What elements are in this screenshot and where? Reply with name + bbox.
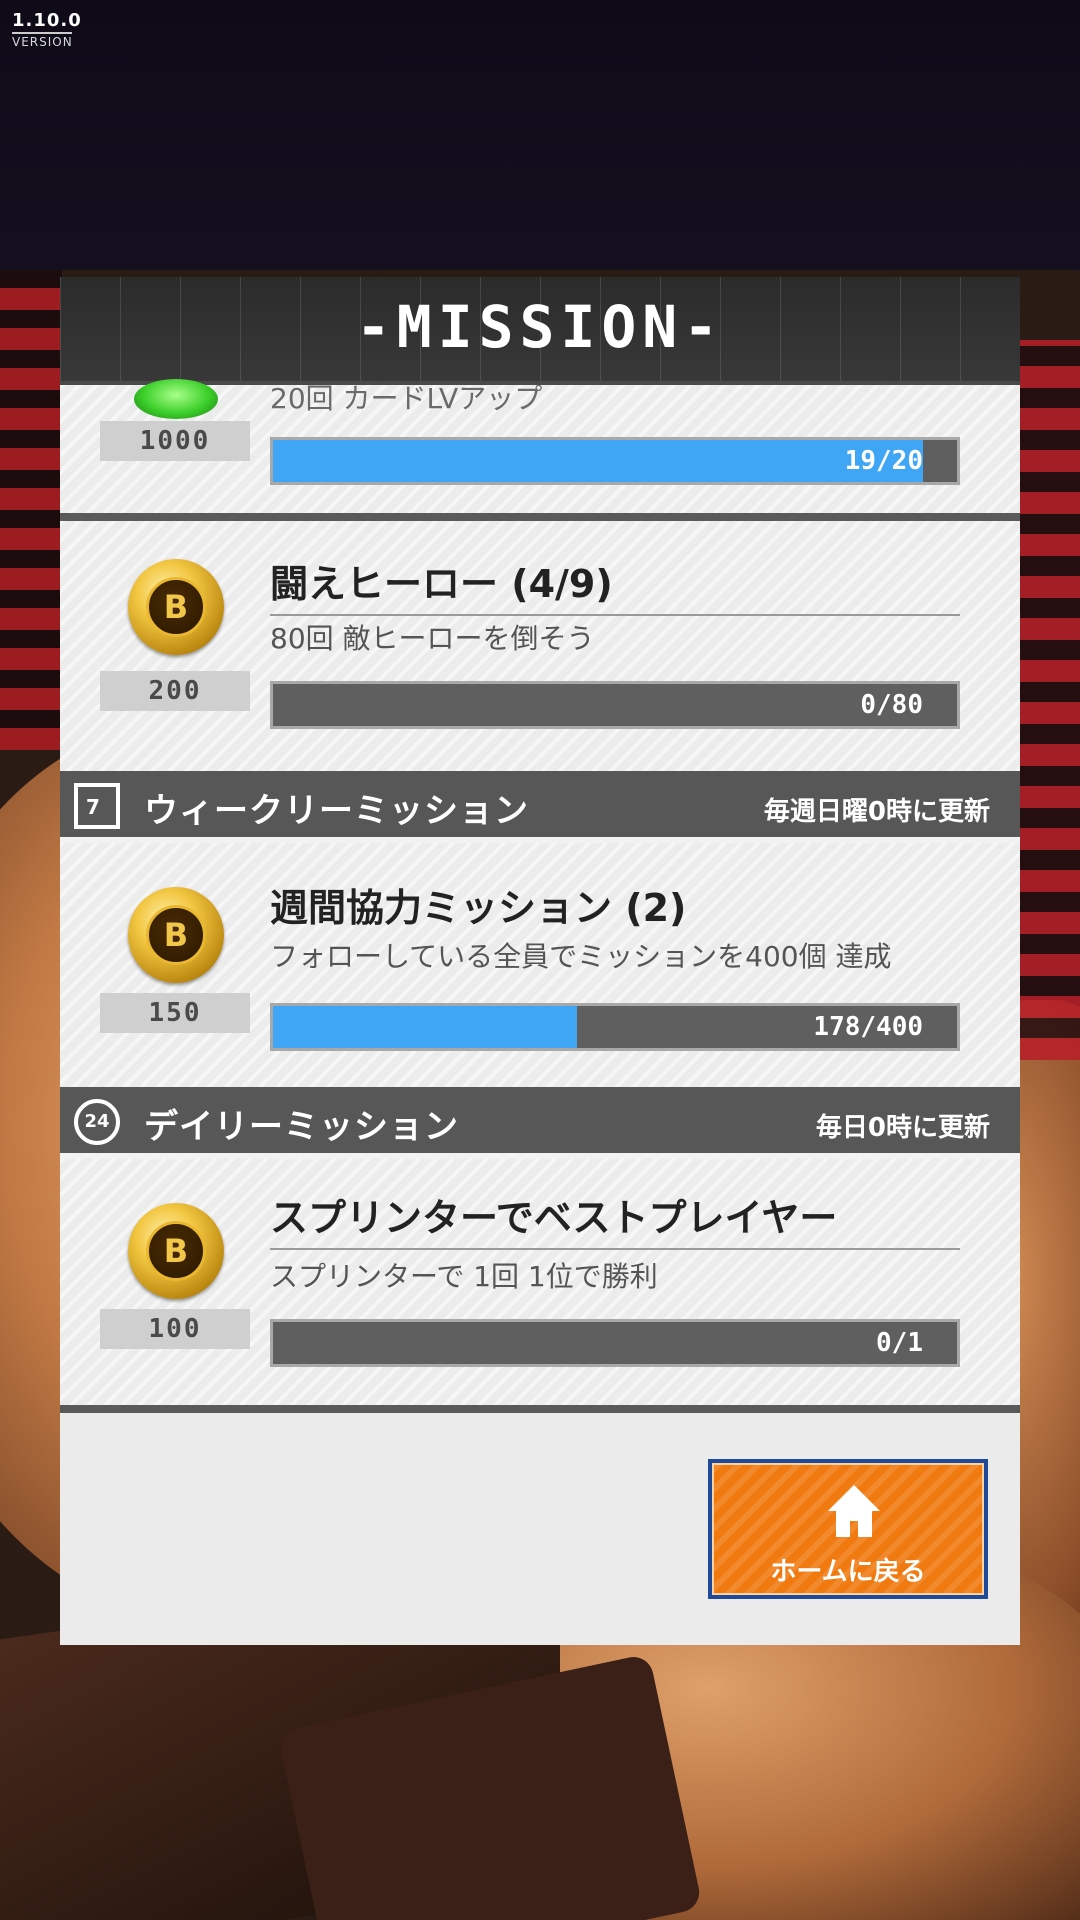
home-button[interactable]: ホームに戻る (708, 1459, 988, 1599)
version-label: VERSION (12, 32, 72, 49)
row-divider (60, 513, 1020, 521)
coin-icon: B (128, 1203, 224, 1299)
gem-icon (134, 379, 218, 419)
coin-icon: B (128, 887, 224, 983)
mission-title: 週間協力ミッション (2) (270, 886, 687, 930)
progress-bar: 178/400 (270, 1003, 960, 1051)
mission-title: -MISSION- (355, 293, 725, 361)
section-label: ウィークリーミッション (144, 791, 529, 831)
progress-text: 0/1 (876, 1328, 923, 1358)
mission-list[interactable]: 20回 カードLVアップ 1000 19/20 B 闘えヒーロー (4/9) 8… (60, 379, 1020, 1413)
row-divider (60, 1405, 1020, 1413)
progress-fill (273, 1006, 578, 1048)
reward-amount: 150 (100, 993, 250, 1033)
mission-description: 80回 敵ヒーローを倒そう (270, 622, 595, 655)
home-button-label: ホームに戻る (770, 1557, 926, 1587)
mission-panel: -MISSION- 20回 カードLVアップ 1000 19/20 B 闘えヒー… (60, 277, 1020, 1645)
background-red-pattern-right (1018, 340, 1080, 1060)
progress-text: 19/20 (844, 446, 923, 476)
daily-section-header: 24 デイリーミッション 毎日0時に更新 (60, 1087, 1020, 1159)
mission-header: -MISSION- (60, 277, 1020, 385)
progress-bar: 0/80 (270, 681, 960, 729)
progress-bar: 19/20 (270, 437, 960, 485)
progress-bar: 0/1 (270, 1319, 960, 1367)
section-reset-time: 毎日0時に更新 (815, 1113, 990, 1143)
coin-icon: B (128, 559, 224, 655)
home-button-face[interactable]: ホームに戻る (712, 1463, 984, 1595)
section-label: デイリーミッション (144, 1107, 459, 1147)
reward-amount: 100 (100, 1309, 250, 1349)
progress-fill (273, 440, 923, 482)
version-indicator: 1.10.0 VERSION (12, 10, 82, 49)
mission-description: 20回 カードLVアップ (270, 382, 543, 415)
reward-amount: 200 (100, 671, 250, 711)
progress-text: 178/400 (813, 1012, 923, 1042)
background-sky (0, 0, 1080, 300)
mission-row: 20回 カードLVアップ 1000 19/20 (60, 379, 1020, 521)
background-red-pattern-left (0, 270, 62, 750)
mission-row: B スプリンターでベストプレイヤー スプリンターで 1回 1位で勝利 100 0… (60, 1159, 1020, 1413)
mission-row: B 闘えヒーロー (4/9) 80回 敵ヒーローを倒そう 200 0/80 (60, 521, 1020, 771)
progress-text: 0/80 (860, 690, 923, 720)
reward-amount: 1000 (100, 421, 250, 461)
home-icon (828, 1485, 880, 1537)
weekly-section-header: 7 ウィークリーミッション 毎週日曜0時に更新 (60, 771, 1020, 843)
section-reset-time: 毎週日曜0時に更新 (763, 797, 990, 827)
mission-title: スプリンターでベストプレイヤー (270, 1187, 960, 1250)
mission-row: B 週間協力ミッション (2) フォローしている全員でミッションを400個 達成… (60, 843, 1020, 1087)
mission-title: 闘えヒーロー (4/9) (270, 553, 960, 616)
clock-icon: 24 (74, 1099, 120, 1145)
mission-description: スプリンターで 1回 1位で勝利 (270, 1260, 658, 1293)
version-number: 1.10.0 (12, 10, 82, 31)
calendar-icon: 7 (74, 783, 120, 829)
mission-description: フォローしている全員でミッションを400個 達成 (270, 940, 892, 973)
